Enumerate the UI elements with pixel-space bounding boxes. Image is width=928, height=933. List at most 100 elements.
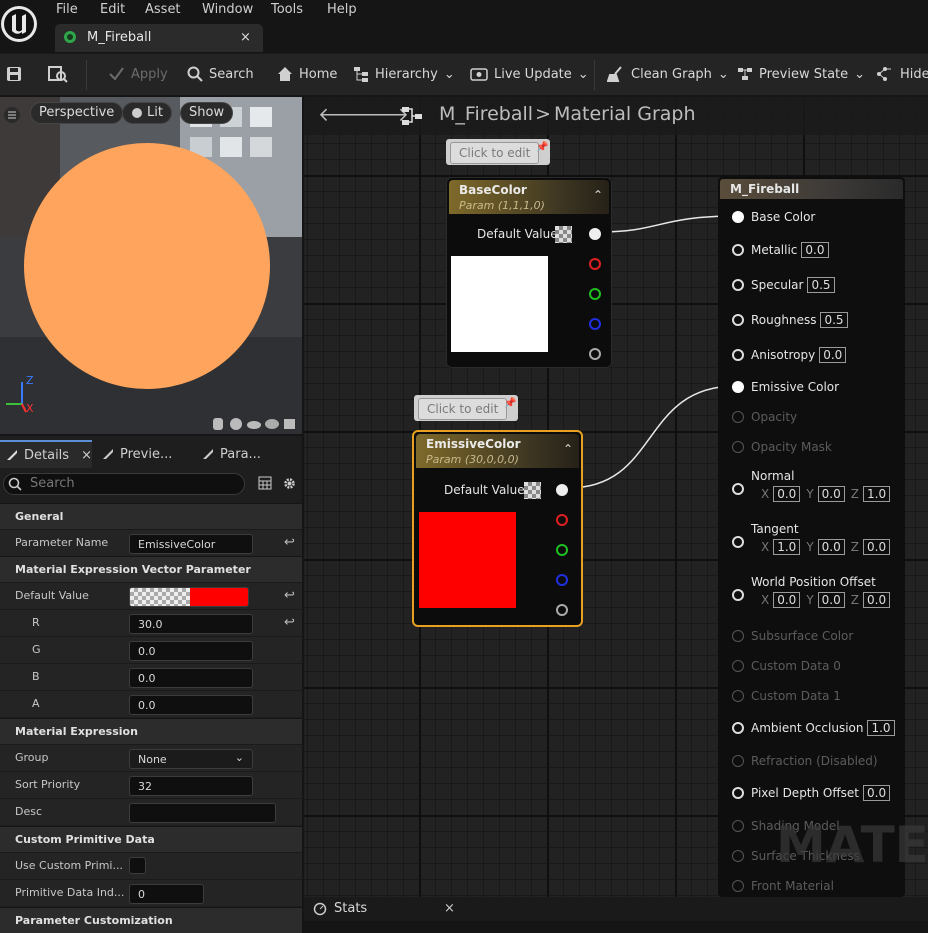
- stats-close-icon[interactable]: ×: [444, 901, 455, 916]
- hide-button[interactable]: Hide: [876, 66, 928, 82]
- output-vector-row-normal[interactable]: Normal X 0.0 Y 0.0 Z 1.0: [718, 469, 903, 509]
- input-pin[interactable]: [732, 880, 744, 892]
- input-pin[interactable]: [732, 536, 744, 548]
- perspective-button[interactable]: Perspective: [30, 102, 124, 124]
- sort-priority-field[interactable]: 32: [129, 776, 253, 796]
- comment-bubble-base[interactable]: Click to edit 📌: [446, 139, 550, 165]
- input-pin[interactable]: [732, 381, 744, 393]
- input-pin[interactable]: [732, 820, 744, 832]
- output-pin-g[interactable]: [556, 544, 568, 556]
- vector-y-field[interactable]: 0.0: [817, 592, 845, 608]
- tab-m-fireball[interactable]: M_Fireball ×: [55, 24, 263, 52]
- menu-help[interactable]: Help: [327, 2, 357, 17]
- input-pin[interactable]: [732, 411, 744, 423]
- tab-close-icon[interactable]: ×: [240, 30, 251, 45]
- output-pin-g[interactable]: [589, 288, 601, 300]
- search-button[interactable]: Search: [187, 66, 254, 82]
- input-pin[interactable]: [732, 690, 744, 702]
- output-input-row[interactable]: Subsurface Color: [718, 628, 903, 646]
- browse-icon[interactable]: [48, 65, 68, 83]
- g-field[interactable]: 0.0: [129, 641, 253, 661]
- vector-z-field[interactable]: 0.0: [863, 539, 891, 555]
- input-pin[interactable]: [732, 244, 744, 256]
- output-pin-a[interactable]: [589, 348, 601, 360]
- cylinder-icon[interactable]: [210, 417, 226, 431]
- input-pin[interactable]: [732, 279, 744, 291]
- viewport-menu-icon[interactable]: [3, 107, 21, 123]
- plane-icon[interactable]: [246, 417, 262, 431]
- input-pin[interactable]: [732, 630, 744, 642]
- output-input-row[interactable]: Refraction (Disabled): [718, 753, 903, 771]
- input-pin[interactable]: [732, 589, 744, 601]
- vector-x-field[interactable]: 0.0: [773, 592, 801, 608]
- output-pin-rgba[interactable]: [556, 484, 568, 496]
- cube-icon[interactable]: [264, 417, 280, 431]
- desc-field[interactable]: [129, 803, 276, 823]
- output-pin-rgba[interactable]: [589, 228, 601, 240]
- vector-x-field[interactable]: 0.0: [773, 486, 801, 502]
- output-input-row[interactable]: Metallic 0.0: [718, 242, 903, 260]
- collapse-chevron-icon[interactable]: ⌃: [593, 188, 603, 202]
- section-custom-primitive-data[interactable]: Custom Primitive Data: [0, 826, 302, 852]
- output-input-row[interactable]: Pixel Depth Offset 0.0: [718, 785, 903, 803]
- output-vector-row-wpo[interactable]: World Position Offset X 0.0 Y 0.0 Z 0.0: [718, 575, 903, 615]
- node-basecolor[interactable]: BaseColor Param (1,1,1,0) ⌃ Default Value: [446, 177, 612, 368]
- output-vector-row-tangent[interactable]: Tangent X 1.0 Y 0.0 Z 0.0: [718, 522, 903, 562]
- clean-graph-button[interactable]: Clean Graph ⌄: [607, 66, 729, 82]
- menu-asset[interactable]: Asset: [145, 2, 181, 17]
- menu-window[interactable]: Window: [202, 2, 253, 17]
- output-pin-r[interactable]: [589, 258, 601, 270]
- menu-tools[interactable]: Tools: [271, 2, 303, 17]
- collapse-chevron-icon[interactable]: ⌃: [563, 442, 573, 456]
- reset-icon[interactable]: ↩: [284, 588, 295, 603]
- menu-edit[interactable]: Edit: [100, 2, 125, 17]
- reset-icon[interactable]: ↩: [284, 615, 295, 630]
- output-pin-b[interactable]: [556, 574, 568, 586]
- input-pin[interactable]: [732, 755, 744, 767]
- b-field[interactable]: 0.0: [129, 668, 253, 688]
- section-parameter-customization[interactable]: Parameter Customization: [0, 907, 302, 933]
- output-input-row[interactable]: Emissive Color: [718, 379, 903, 397]
- settings-gear-icon[interactable]: [282, 476, 297, 491]
- section-general[interactable]: General: [0, 503, 302, 529]
- section-vector-parameter[interactable]: Material Expression Vector Parameter: [0, 556, 302, 582]
- input-pin[interactable]: [732, 211, 744, 223]
- output-pin-r[interactable]: [556, 514, 568, 526]
- input-value[interactable]: 0.5: [807, 277, 835, 293]
- tab-parameters[interactable]: Para...: [196, 440, 267, 468]
- tab-preview[interactable]: Previe...: [96, 440, 178, 468]
- input-pin[interactable]: [732, 787, 744, 799]
- sphere-icon[interactable]: [228, 417, 244, 431]
- stats-tab[interactable]: Stats ×: [304, 897, 928, 921]
- hierarchy-button[interactable]: Hierarchy ⌄: [353, 66, 455, 82]
- show-button[interactable]: Show: [180, 102, 234, 124]
- details-close-icon[interactable]: ×: [81, 448, 92, 463]
- output-input-row[interactable]: Custom Data 1: [718, 688, 903, 706]
- input-pin[interactable]: [732, 850, 744, 862]
- input-pin[interactable]: [732, 349, 744, 361]
- live-update-button[interactable]: Live Update ⌄: [470, 66, 589, 82]
- pin-icon[interactable]: 📌: [536, 142, 548, 153]
- output-pin-b[interactable]: [589, 318, 601, 330]
- input-value[interactable]: 0.5: [820, 312, 848, 328]
- input-value[interactable]: 1.0: [867, 720, 895, 736]
- vector-z-field[interactable]: 0.0: [863, 592, 891, 608]
- pin-icon[interactable]: 📌: [504, 398, 516, 409]
- reset-icon[interactable]: ↩: [284, 535, 295, 550]
- breadcrumb-root[interactable]: M_Fireball: [439, 103, 533, 125]
- output-input-row[interactable]: Front Material: [718, 878, 903, 896]
- output-input-row[interactable]: Opacity: [718, 409, 903, 427]
- input-pin[interactable]: [732, 314, 744, 326]
- input-value[interactable]: 0.0: [819, 347, 847, 363]
- output-input-row[interactable]: Anisotropy 0.0: [718, 347, 903, 365]
- primitive-index-field[interactable]: 0: [129, 884, 204, 904]
- default-value-color-swatch[interactable]: [129, 587, 249, 607]
- input-pin[interactable]: [732, 483, 744, 495]
- input-value[interactable]: 0.0: [801, 242, 829, 258]
- vector-y-field[interactable]: 0.0: [817, 539, 845, 555]
- lit-button[interactable]: Lit: [122, 102, 172, 124]
- tab-details[interactable]: Details ×: [0, 440, 92, 468]
- home-button[interactable]: Home: [277, 66, 337, 82]
- comment-bubble-emissive[interactable]: Click to edit 📌: [414, 395, 518, 421]
- group-dropdown[interactable]: None ⌄: [129, 749, 253, 769]
